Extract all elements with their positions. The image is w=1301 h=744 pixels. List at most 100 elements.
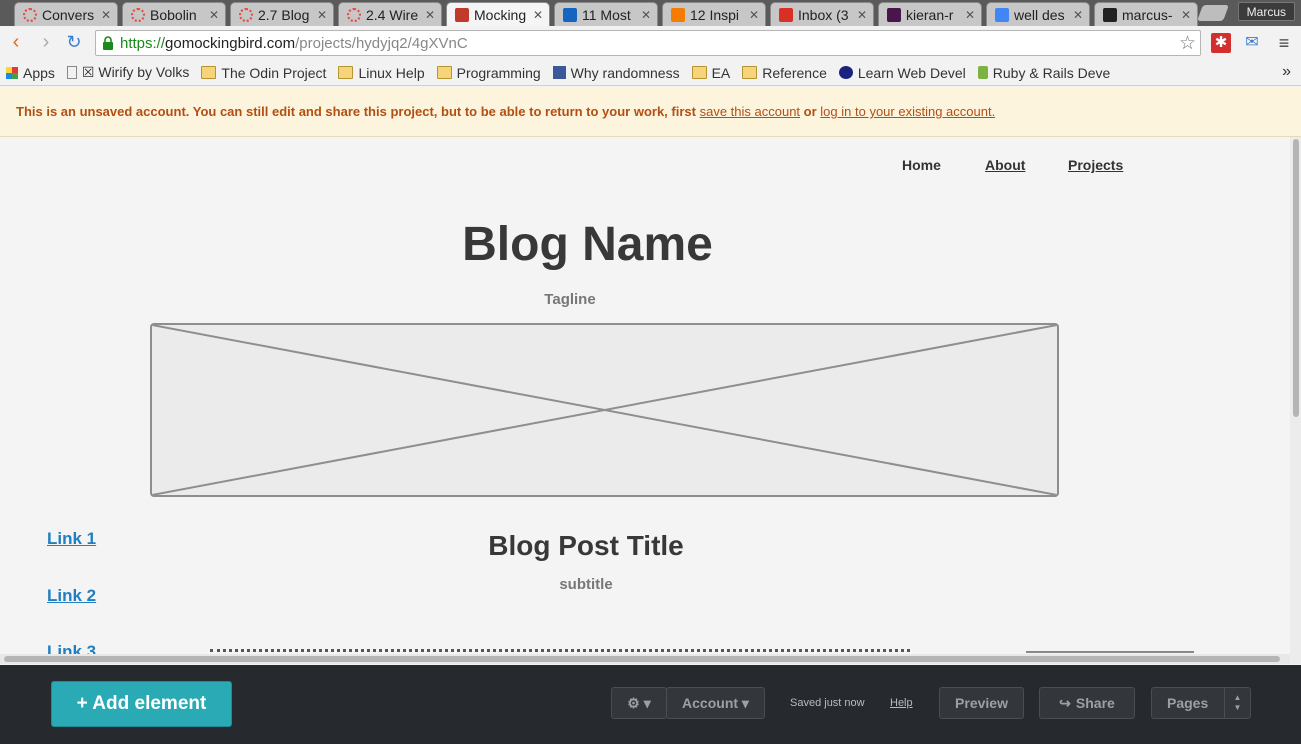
vertical-scroll-thumb[interactable] bbox=[1293, 139, 1299, 417]
nav-about[interactable]: About bbox=[985, 157, 1025, 173]
account-button[interactable]: Account ▾ bbox=[666, 687, 765, 719]
browser-tab[interactable]: Mocking ✕ bbox=[446, 2, 550, 26]
bookmark-item[interactable]: Linux Help bbox=[338, 64, 425, 81]
bookmark-item[interactable]: Ruby & Rails Deve bbox=[977, 65, 1110, 81]
folder-icon bbox=[338, 66, 354, 79]
bookmark-item[interactable]: Apps bbox=[6, 65, 55, 81]
loading-icon bbox=[23, 7, 37, 22]
loading-icon bbox=[347, 7, 361, 22]
horizontal-scrollbar[interactable] bbox=[0, 654, 1290, 664]
h-icon bbox=[563, 7, 577, 22]
share-button[interactable]: ↪ Share bbox=[1039, 687, 1135, 719]
close-tab-icon[interactable]: ✕ bbox=[317, 8, 327, 22]
close-tab-icon[interactable]: ✕ bbox=[1181, 8, 1191, 22]
pages-button[interactable]: Pages ▲ ▼ bbox=[1151, 687, 1251, 719]
tab-title: Bobolin bbox=[150, 6, 197, 23]
editor-bottom-bar: + Add element ⚙ ▾ Account ▾ Saved just no… bbox=[0, 665, 1301, 744]
browser-tab[interactable]: well des ✕ bbox=[986, 2, 1090, 26]
bookmark-item[interactable]: EA bbox=[691, 65, 730, 81]
slack-icon bbox=[887, 7, 901, 22]
preview-button[interactable]: Preview bbox=[939, 687, 1024, 719]
bookmark-item[interactable]: ☒ Wirify by Volks bbox=[66, 64, 190, 81]
google-icon bbox=[995, 7, 1009, 22]
tab-title: kieran-r bbox=[906, 6, 954, 23]
tab-title: 2.7 Blog bbox=[258, 6, 310, 23]
browser-tab[interactable]: 2.4 Wire ✕ bbox=[338, 2, 442, 26]
bookmark-label: ☒ Wirify by Volks bbox=[81, 64, 190, 80]
bookmark-item[interactable]: The Odin Project bbox=[201, 65, 326, 81]
profile-button[interactable]: Marcus bbox=[1237, 2, 1295, 21]
browser-tab[interactable]: Convers ✕ bbox=[14, 2, 118, 26]
browser-tab[interactable]: Inbox (3 ✕ bbox=[770, 2, 874, 26]
close-tab-icon[interactable]: ✕ bbox=[101, 8, 111, 22]
gmail-icon bbox=[779, 7, 793, 22]
y-icon bbox=[977, 66, 988, 79]
bookmark-label: Learn Web Devel bbox=[857, 64, 966, 81]
url-path: /projects/hydyjq2/4gXVnC bbox=[295, 34, 468, 52]
forward-icon[interactable]: › bbox=[35, 32, 57, 54]
close-tab-icon[interactable]: ✕ bbox=[209, 8, 219, 22]
menu-icon[interactable]: ≡ bbox=[1274, 33, 1294, 53]
mail-extension-icon[interactable]: ✉ bbox=[1242, 33, 1262, 53]
browser-tab[interactable]: 11 Most ✕ bbox=[554, 2, 658, 26]
browser-tab[interactable]: Bobolin ✕ bbox=[122, 2, 226, 26]
bookmark-item[interactable]: Why randomness bbox=[552, 65, 680, 81]
post-subtitle[interactable]: subtitle bbox=[0, 576, 1172, 593]
new-tab-button[interactable] bbox=[1197, 5, 1229, 21]
github-icon bbox=[1103, 7, 1117, 22]
post-body-text[interactable] bbox=[210, 649, 910, 652]
help-link[interactable]: Help bbox=[890, 697, 913, 709]
lastpass-extension-icon[interactable]: ✱ bbox=[1211, 33, 1231, 53]
nav-projects[interactable]: Projects bbox=[1068, 157, 1123, 173]
folder-icon bbox=[201, 66, 217, 79]
back-icon[interactable]: ‹ bbox=[5, 32, 27, 54]
bookmark-item[interactable]: Programming bbox=[436, 65, 541, 81]
tab-title: marcus- bbox=[1122, 6, 1173, 23]
bookmark-star-icon[interactable]: ☆ bbox=[1179, 32, 1196, 55]
hubspot-icon bbox=[671, 7, 685, 22]
loading-icon bbox=[239, 7, 253, 22]
browser-tab[interactable]: marcus- ✕ bbox=[1094, 2, 1198, 26]
browser-toolbar: ‹ › ↻ https://gomockingbird.com/projects… bbox=[0, 26, 1301, 60]
save-account-link[interactable]: save this account bbox=[700, 104, 800, 119]
tab-title: 2.4 Wire bbox=[366, 6, 419, 23]
nav-home[interactable]: Home bbox=[902, 157, 941, 173]
horizontal-scroll-thumb[interactable] bbox=[4, 656, 1280, 662]
browser-tab[interactable]: 12 Inspi ✕ bbox=[662, 2, 766, 26]
image-placeholder[interactable] bbox=[150, 323, 1059, 497]
bookmarks-overflow-icon[interactable]: » bbox=[1282, 63, 1291, 81]
close-tab-icon[interactable]: ✕ bbox=[749, 8, 759, 22]
bookmark-item[interactable]: Learn Web Devel bbox=[838, 64, 966, 81]
close-tab-icon[interactable]: ✕ bbox=[1073, 8, 1083, 22]
tab-title: Inbox (3 bbox=[798, 6, 849, 23]
bookmark-label: Linux Help bbox=[358, 64, 425, 81]
pages-stepper-icon[interactable]: ▲ ▼ bbox=[1224, 688, 1250, 718]
tab-title: 11 Most bbox=[582, 6, 631, 23]
folder-icon bbox=[742, 66, 758, 79]
settings-button[interactable]: ⚙ ▾ bbox=[611, 687, 667, 719]
apps-grid-icon bbox=[6, 66, 18, 79]
tagline[interactable]: Tagline bbox=[0, 291, 1140, 308]
mockup-canvas[interactable]: Home About Projects Blog Name Tagline Li… bbox=[0, 137, 1290, 657]
bookmark-item[interactable]: Reference bbox=[742, 65, 827, 81]
close-tab-icon[interactable]: ✕ bbox=[533, 8, 543, 22]
browser-tab[interactable]: kieran-r ✕ bbox=[878, 2, 982, 26]
tab-title: well des bbox=[1014, 6, 1065, 23]
address-bar[interactable]: https://gomockingbird.com/projects/hydyj… bbox=[95, 30, 1201, 56]
close-tab-icon[interactable]: ✕ bbox=[641, 8, 651, 22]
login-link[interactable]: log in to your existing account. bbox=[820, 104, 995, 119]
browser-tab[interactable]: 2.7 Blog ✕ bbox=[230, 2, 334, 26]
vertical-scrollbar[interactable] bbox=[1290, 137, 1301, 664]
url-scheme: https:// bbox=[120, 34, 166, 52]
pages-label: Pages bbox=[1167, 695, 1209, 711]
add-element-button[interactable]: + Add element bbox=[51, 681, 232, 727]
reload-icon[interactable]: ↻ bbox=[63, 32, 85, 54]
close-tab-icon[interactable]: ✕ bbox=[857, 8, 867, 22]
blog-post-title[interactable]: Blog Post Title bbox=[0, 530, 1172, 562]
tab-title: 12 Inspi bbox=[690, 6, 740, 23]
close-tab-icon[interactable]: ✕ bbox=[965, 8, 975, 22]
owl-icon bbox=[838, 66, 853, 79]
folder-icon bbox=[691, 66, 707, 79]
blog-name-heading[interactable]: Blog Name bbox=[0, 217, 1175, 272]
close-tab-icon[interactable]: ✕ bbox=[425, 8, 435, 22]
